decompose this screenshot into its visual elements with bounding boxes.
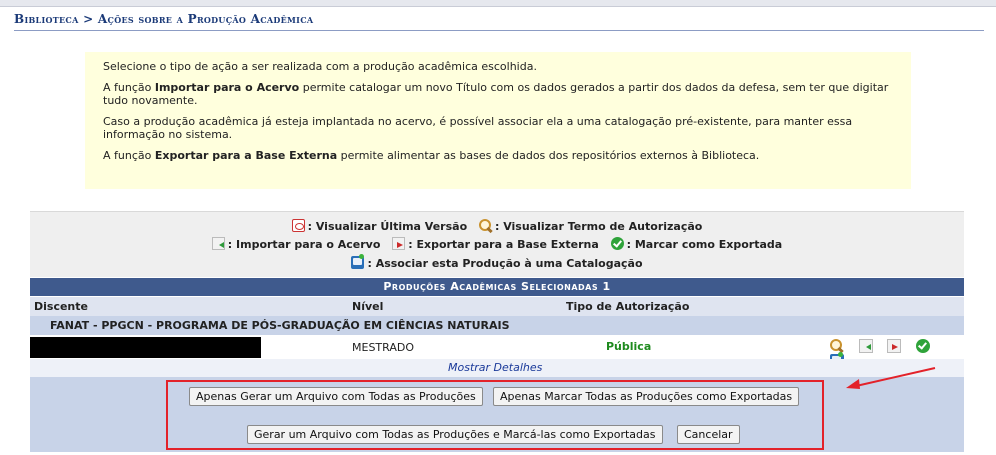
table-row: MESTRADO Pública [30,335,964,368]
legend-import-label: : Importar para o Acervo [227,238,381,251]
legend-export-label: : Exportar para a Base Externa [408,238,599,251]
legend-row-2: : Importar para o Acervo : Exportar para… [30,237,964,251]
header-discente: Discente [34,300,88,313]
legend-row-3: : Associar esta Produção à uma Catalogaç… [30,254,964,270]
legend-term-label: : Visualizar Termo de Autorização [494,220,703,233]
header-nivel: Nível [352,300,384,313]
program-group-row: FANAT - PPGCN - PROGRAMA DE PÓS-GRADUAÇÃ… [30,316,964,335]
highlight-box [166,380,824,450]
info-paragraph-1: Selecione o tipo de ação a ser realizada… [103,60,537,73]
legend-pdf-label: : Visualizar Última Versão [307,220,468,233]
info-paragraph-3: Caso a produção acadêmica já esteja impl… [103,115,853,141]
info-bold-import: Importar para o Acervo [154,81,300,94]
breadcrumb: Biblioteca > Ações sobre a Produção Acad… [14,12,984,31]
info-box: Selecione o tipo de ação a ser realizada… [85,52,911,189]
info-paragraph-2: A função Importar para o Acervo permite … [103,81,893,107]
info-paragraph-4: A função Exportar para a Base Externa pe… [103,149,893,162]
legend-row-1: : Visualizar Última Versão : Visualizar … [30,219,964,233]
export-icon[interactable] [887,339,901,353]
legend-term: : Visualizar Termo de Autorização [478,219,703,233]
table-caption: Produções Acadêmicas Selecionadas 1 [30,278,964,296]
info-text: A função [103,81,155,94]
import-icon [211,237,225,250]
cell-authorization: Pública [606,340,652,353]
annotation-arrow [846,367,936,389]
legend-mark-label: : Marcar como Exportada [626,238,783,251]
icon-legend: : Visualizar Última Versão : Visualizar … [30,211,964,277]
top-strip [0,0,996,7]
pdf-icon [291,219,305,232]
check-icon[interactable] [915,339,930,353]
check-icon [610,237,624,250]
info-text: A função [103,149,155,162]
import-icon[interactable] [858,339,873,353]
legend-export: : Exportar para a Base Externa [392,237,599,251]
legend-pdf: : Visualizar Última Versão [291,219,468,233]
legend-import: : Importar para o Acervo [211,237,381,251]
legend-associate: : Associar esta Produção à uma Catalogaç… [351,254,643,270]
cell-level: MESTRADO [352,341,414,354]
header-tipo-autorizacao: Tipo de Autorização [566,300,690,313]
info-bold-export: Exportar para a Base Externa [154,149,338,162]
program-name: FANAT - PPGCN - PROGRAMA DE PÓS-GRADUAÇÃ… [50,319,510,332]
redacted-student-name [30,337,261,358]
catalog-book-icon [351,254,365,269]
export-icon [392,237,406,250]
legend-mark: : Marcar como Exportada [610,237,783,251]
legend-associate-label: : Associar esta Produção à uma Catalogaç… [367,257,643,270]
info-text: permite alimentar as bases de dados dos … [337,149,760,162]
magnifier-icon [478,219,492,232]
table-header: Discente Nível Tipo de Autorização [30,297,964,316]
magnifier-icon[interactable] [830,339,844,353]
show-details-link[interactable]: Mostrar Detalhes [448,361,542,374]
details-row: Mostrar Detalhes [30,359,964,377]
